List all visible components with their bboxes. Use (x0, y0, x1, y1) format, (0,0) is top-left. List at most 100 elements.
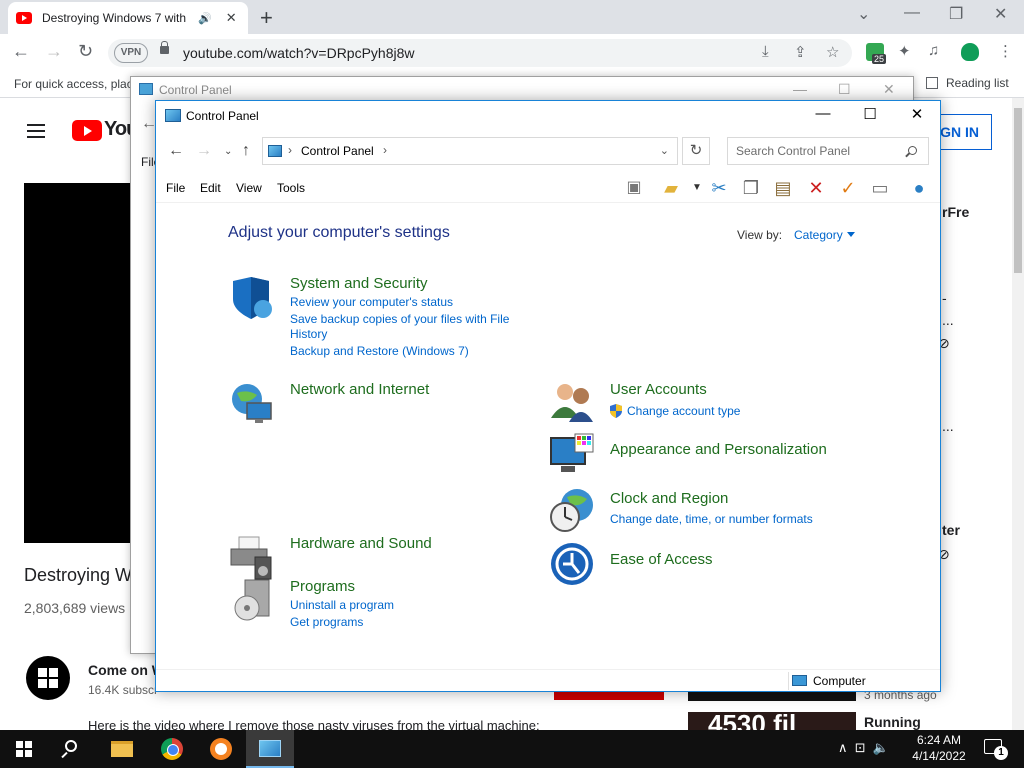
side-video-thumbnail[interactable]: 4530 fil (688, 712, 856, 730)
tab-close-icon[interactable]: ✕ (226, 10, 237, 26)
taskbar-clock[interactable]: 6:24 AM 4/14/2022 (908, 732, 970, 764)
maximize-icon[interactable]: ☐ (838, 81, 851, 98)
close-button[interactable]: ✕ (894, 105, 940, 127)
cut-icon[interactable]: ✂ (708, 177, 730, 199)
taskbar-browser-app[interactable] (197, 730, 245, 768)
link-get-programs[interactable]: Get programs (290, 615, 363, 630)
kebab-menu-icon[interactable]: ⋮ (998, 42, 1013, 60)
category-heading[interactable]: Appearance and Personalization (610, 441, 827, 458)
restore-button[interactable]: ❐ (949, 4, 963, 24)
taskbar-chrome[interactable] (148, 730, 196, 768)
delete-icon[interactable]: ✕ (805, 177, 827, 199)
hamburger-menu-icon[interactable] (27, 124, 45, 138)
browser-tab[interactable]: Destroying Windows 7 with 🔊 ✕ (8, 2, 248, 34)
bookmarks-hint[interactable]: For quick access, plac (14, 77, 133, 91)
chevron-right-icon[interactable]: › (383, 143, 387, 157)
programs-disc-icon[interactable] (229, 578, 275, 624)
category-heading[interactable]: Ease of Access (610, 551, 713, 568)
chevron-down-icon[interactable]: ▼ (686, 177, 708, 199)
category-heading[interactable]: User Accounts (610, 381, 707, 398)
control-panel-window[interactable]: Control Panel — ☐ ✕ ← → ⌄ ↑ › Control Pa… (155, 100, 941, 692)
side-video-title[interactable]: Running (864, 714, 921, 730)
taskbar-file-explorer[interactable] (98, 730, 146, 768)
minimize-button[interactable]: — (904, 4, 920, 22)
category-heading[interactable]: Programs (290, 578, 355, 595)
copy-icon[interactable]: ❐ (740, 177, 762, 199)
up-arrow-icon[interactable]: ↑ (242, 142, 250, 160)
refresh-button[interactable]: ↻ (682, 137, 710, 165)
category-heading[interactable]: System and Security (290, 275, 428, 292)
back-arrow-icon[interactable]: ← (168, 142, 184, 160)
youtube-logo-icon[interactable] (72, 120, 102, 141)
chevron-down-icon[interactable]: ⌄ (660, 144, 669, 157)
category-heading[interactable]: Clock and Region (610, 490, 728, 507)
tab-search-icon[interactable]: ⌄ (857, 4, 870, 24)
clock-globe-icon[interactable] (549, 487, 595, 533)
back-arrow-icon[interactable]: ← (12, 41, 30, 62)
maximize-button[interactable]: ☐ (847, 105, 893, 127)
menu-tools[interactable]: Tools (277, 181, 305, 195)
media-control-icon[interactable]: ♫ (928, 42, 939, 59)
link-change-account-type[interactable]: Change account type (627, 404, 740, 419)
page-scrollbar[interactable] (1012, 98, 1024, 730)
taskbar-control-panel[interactable] (246, 730, 294, 768)
folder-icon[interactable]: ▰ (660, 177, 682, 199)
system-tray[interactable]: ∧ ⊡ 🔈 (838, 740, 889, 756)
link-review-status[interactable]: Review your computer's status (290, 295, 453, 310)
side-video-title[interactable]: rFre (942, 204, 969, 220)
channel-avatar[interactable] (26, 656, 70, 700)
close-icon[interactable]: ✕ (883, 81, 895, 98)
share-icon[interactable]: ⇪ (794, 43, 807, 61)
install-icon[interactable]: ⤓ (762, 43, 769, 60)
layout-pane-icon[interactable]: ▣ (623, 177, 645, 199)
properties-check-icon[interactable]: ✓ (837, 177, 859, 199)
minimize-button[interactable]: — (800, 105, 846, 127)
menu-view[interactable]: View (236, 181, 262, 195)
rename-icon[interactable]: ▭ (869, 177, 891, 199)
search-input[interactable] (727, 137, 929, 165)
globe-icon[interactable]: ● (908, 177, 930, 199)
network-globe-icon[interactable] (229, 381, 275, 427)
printer-icon[interactable] (229, 535, 275, 581)
users-icon[interactable] (549, 378, 595, 424)
video-player[interactable] (24, 183, 134, 543)
display-palette-icon[interactable] (549, 432, 595, 478)
reload-icon[interactable]: ↻ (78, 41, 93, 62)
forward-arrow-icon[interactable]: → (45, 41, 63, 62)
view-by-dropdown[interactable]: Category (794, 228, 855, 242)
paste-icon[interactable]: ▤ (772, 177, 794, 199)
forward-arrow-icon[interactable]: → (196, 142, 212, 160)
shield-extension-icon[interactable] (961, 43, 979, 61)
address-bar[interactable]: VPN youtube.com/watch?v=DRpcPyh8j8w ⤓ ⇪ … (108, 39, 852, 67)
side-video-title[interactable]: - (942, 290, 947, 306)
vpn-badge[interactable]: VPN (114, 43, 148, 63)
new-tab-button[interactable]: + (260, 5, 273, 31)
ease-of-access-icon[interactable] (549, 541, 595, 587)
recent-locations-icon[interactable]: ⌄ (224, 146, 232, 157)
address-box[interactable]: › Control Panel › ⌄ (262, 137, 678, 165)
start-button[interactable] (0, 730, 48, 768)
link-backup-restore[interactable]: Backup and Restore (Windows 7) (290, 344, 469, 359)
subscribe-button[interactable] (554, 692, 664, 700)
scrollbar-thumb[interactable] (1014, 108, 1022, 273)
reading-list-button[interactable]: Reading list (926, 76, 1009, 90)
search-icon[interactable] (908, 146, 917, 155)
side-video-title[interactable]: ter (942, 522, 960, 538)
puzzle-extensions-icon[interactable]: ✦ (898, 42, 911, 60)
menu-file[interactable]: File (166, 181, 185, 195)
chevron-right-icon[interactable]: › (288, 143, 292, 157)
taskbar-search-button[interactable] (48, 730, 96, 768)
menu-edit[interactable]: Edit (200, 181, 221, 195)
link-file-history[interactable]: Save backup copies of your files with Fi… (290, 312, 509, 327)
close-browser-button[interactable]: ✕ (994, 4, 1007, 24)
channel-name[interactable]: Come on W (88, 662, 165, 678)
category-heading[interactable]: Hardware and Sound (290, 535, 432, 552)
url-text[interactable]: youtube.com/watch?v=DRpcPyh8j8w (183, 45, 415, 61)
category-heading[interactable]: Network and Internet (290, 381, 429, 398)
minimize-icon[interactable]: — (793, 81, 807, 97)
bookmark-star-icon[interactable]: ☆ (826, 43, 839, 61)
network-icon[interactable]: ⊡ (855, 740, 866, 755)
link-change-date-time[interactable]: Change date, time, or number formats (610, 512, 813, 527)
chevron-up-icon[interactable]: ∧ (838, 740, 848, 755)
shield-icon[interactable] (229, 275, 275, 321)
